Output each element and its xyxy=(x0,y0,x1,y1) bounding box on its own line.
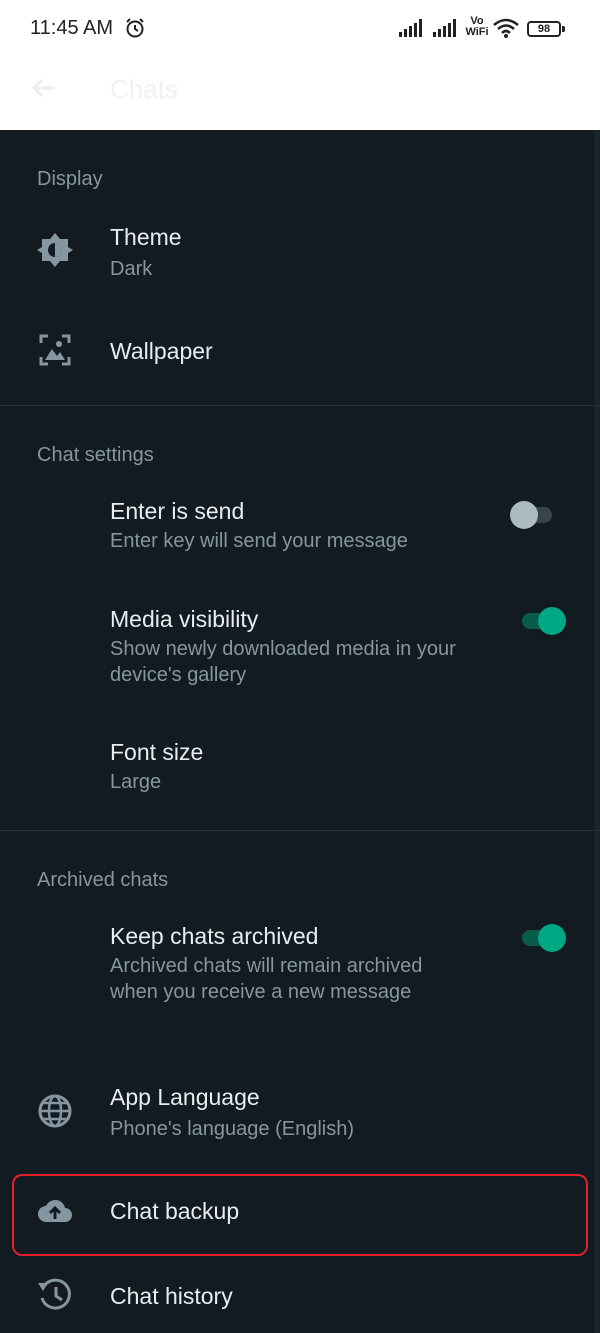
signal-strength-icon xyxy=(399,19,422,37)
wallpaper-title: Wallpaper xyxy=(110,338,213,364)
divider xyxy=(0,830,600,831)
settings-list[interactable]: Display Theme Dark Wallpaper Chat settin… xyxy=(0,130,600,1333)
app-language-value: Phone's language (English) xyxy=(110,1118,354,1140)
page-title: Chats xyxy=(110,74,178,104)
wallpaper-icon xyxy=(39,334,71,366)
signal-strength-icon-2 xyxy=(433,19,456,37)
section-label-archived-chats: Archived chats xyxy=(37,869,169,891)
keep-chats-archived-title: Keep chats archived xyxy=(110,923,319,949)
app-language-title: App Language xyxy=(110,1084,260,1110)
back-arrow-icon[interactable] xyxy=(28,72,60,104)
vowifi-label: Vo WiFi xyxy=(465,15,489,38)
alarm-icon xyxy=(126,18,144,38)
section-label-chat-settings: Chat settings xyxy=(37,444,154,466)
enter-is-send-toggle[interactable] xyxy=(510,497,560,531)
theme-value: Dark xyxy=(110,258,153,280)
chat-history-title: Chat history xyxy=(110,1283,233,1309)
media-visibility-title: Media visibility xyxy=(110,606,259,632)
section-label-display: Display xyxy=(37,168,103,190)
font-size-value: Large xyxy=(110,771,162,793)
theme-title: Theme xyxy=(110,224,182,250)
divider xyxy=(0,405,600,406)
media-visibility-toggle[interactable] xyxy=(518,603,568,637)
battery-indicator: 98 xyxy=(527,21,565,37)
chat-backup-highlight xyxy=(12,1174,588,1256)
top-bar: 11:45 AM Vo WiFi 98 Chats xyxy=(0,0,600,130)
font-size-title: Font size xyxy=(110,739,204,765)
keep-chats-archived-toggle[interactable] xyxy=(518,920,568,954)
status-time: 11:45 AM xyxy=(30,17,114,39)
history-icon xyxy=(38,1278,71,1310)
enter-is-send-subtitle: Enter key will send your message xyxy=(110,530,408,552)
keep-chats-archived-subtitle: Archived chats will remain archived when… xyxy=(110,955,423,1003)
brightness-icon xyxy=(37,233,73,267)
wifi-icon xyxy=(493,18,519,38)
globe-icon xyxy=(38,1094,72,1128)
scrollbar[interactable] xyxy=(594,130,600,1333)
status-bar: 11:45 AM Vo WiFi 98 xyxy=(0,0,600,58)
enter-is-send-title: Enter is send xyxy=(110,498,245,524)
media-visibility-subtitle: Show newly downloaded media in your devi… xyxy=(110,638,456,686)
